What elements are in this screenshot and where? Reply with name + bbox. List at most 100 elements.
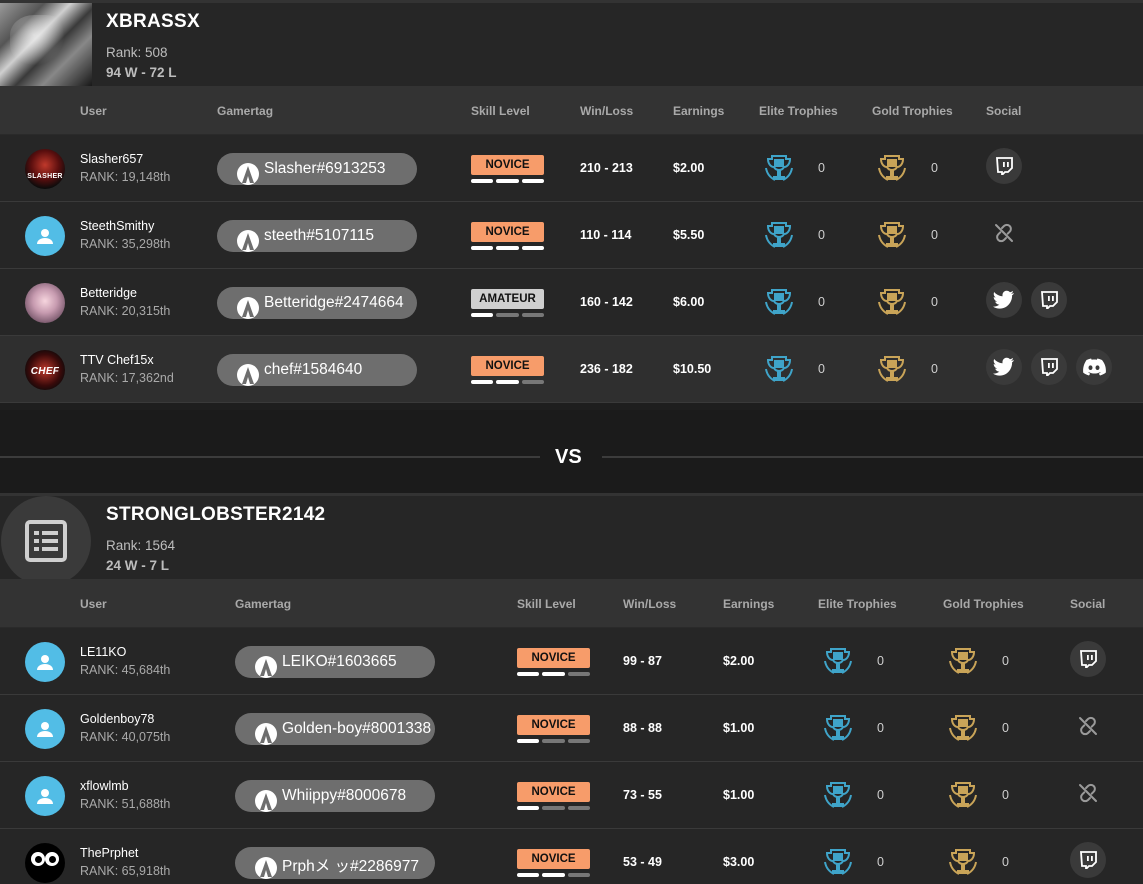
team-avatar[interactable] <box>1 496 91 586</box>
username[interactable]: TTV Chef15x <box>80 353 154 367</box>
username[interactable]: xflowlmb <box>80 779 129 793</box>
skill-level: NOVICE <box>471 222 544 250</box>
gamertag-pill[interactable]: Whiippy#8000678 <box>235 780 435 812</box>
team-avatar[interactable] <box>0 3 92 89</box>
skill-bar <box>567 672 590 676</box>
username[interactable]: Goldenboy78 <box>80 712 154 726</box>
elite-trophy-count: 0 <box>877 721 884 735</box>
table-row: Betteridge RANK: 20,315th Betteridge#24746… <box>0 269 1143 336</box>
elite-trophy-count: 0 <box>877 855 884 869</box>
skill-bar <box>521 246 544 250</box>
skill-badge: NOVICE <box>517 849 590 869</box>
gold-trophy-count: 0 <box>1002 721 1009 735</box>
gold-trophy-icon <box>946 712 980 751</box>
vs-divider: VS <box>0 410 1143 493</box>
col-gold-trophies: Gold Trophies <box>943 597 1024 611</box>
avatar[interactable]: SLASHER <box>25 149 65 189</box>
skill-badge: NOVICE <box>471 155 544 175</box>
roster-table-header: User Gamertag Skill Level Win/Loss Earni… <box>0 579 1143 628</box>
username[interactable]: Betteridge <box>80 286 137 300</box>
skill-bar <box>542 739 565 743</box>
gamertag-text: Prphメ ッ#2286977 <box>282 858 420 875</box>
earnings: $1.00 <box>723 721 755 735</box>
gamertag-pill[interactable]: steeth#5107115 <box>217 220 417 252</box>
gamertag-pill[interactable]: Prphメ ッ#2286977 <box>235 847 435 879</box>
avatar[interactable] <box>25 776 65 816</box>
avatar[interactable] <box>25 843 65 883</box>
vs-line-right <box>602 456 1143 458</box>
avatar[interactable] <box>25 283 65 323</box>
user-rank: RANK: 20,315th <box>80 304 171 318</box>
skill-progress <box>471 380 544 384</box>
avatar[interactable]: CHEF <box>25 350 65 390</box>
roster-rows: SLASHER Slasher657 RANK: 19,148th Slasher#6… <box>0 135 1143 403</box>
gold-trophy-count: 0 <box>931 161 938 175</box>
elite-trophy-count: 0 <box>818 362 825 376</box>
table-row: xflowlmb RANK: 51,688th Whiippy#8000678 NOV… <box>0 762 1143 829</box>
skill-level: NOVICE <box>471 155 544 183</box>
skill-progress <box>517 672 590 676</box>
team-rank: Rank: 508 <box>106 45 168 60</box>
win-loss: 160 - 142 <box>580 295 633 309</box>
gold-trophy-count: 0 <box>1002 788 1009 802</box>
username[interactable]: Slasher657 <box>80 152 143 166</box>
gamertag-pill[interactable]: chef#1584640 <box>217 354 417 386</box>
team-name[interactable]: STRONGLOBSTER2142 <box>106 504 325 526</box>
twitch-icon[interactable] <box>1031 282 1067 318</box>
person-icon <box>35 786 55 806</box>
skill-badge: NOVICE <box>471 222 544 242</box>
win-loss: 236 - 182 <box>580 362 633 376</box>
gamertag-pill[interactable]: Betteridge#2474664 <box>217 287 417 319</box>
eye-left <box>31 852 45 866</box>
team-name[interactable]: XBRASSX <box>106 11 200 33</box>
elite-trophy-count: 0 <box>818 161 825 175</box>
avatar[interactable] <box>25 642 65 682</box>
elite-trophy-icon <box>821 779 855 818</box>
col-earnings: Earnings <box>673 104 725 118</box>
skill-badge: AMATEUR <box>471 289 544 309</box>
earnings: $3.00 <box>723 855 755 869</box>
avatar[interactable] <box>25 709 65 749</box>
twitch-icon[interactable] <box>1070 641 1106 677</box>
user-rank: RANK: 65,918th <box>80 864 171 878</box>
skill-bar <box>542 873 565 877</box>
gold-trophy-icon <box>946 846 980 884</box>
skill-bar <box>471 313 494 317</box>
username[interactable]: SteethSmithy <box>80 219 154 233</box>
gamertag-pill[interactable]: Golden-boy#8001338 <box>235 713 435 745</box>
username[interactable]: LE11KO <box>80 645 126 659</box>
user-rank: RANK: 51,688th <box>80 797 171 811</box>
earnings: $6.00 <box>673 295 705 309</box>
col-win-loss: Win/Loss <box>623 597 677 611</box>
gamertag-pill[interactable]: Slasher#6913253 <box>217 153 417 185</box>
roster-table-header: User Gamertag Skill Level Win/Loss Earni… <box>0 86 1143 135</box>
user-rank: RANK: 40,075th <box>80 730 171 744</box>
win-loss: 88 - 88 <box>623 721 662 735</box>
earnings: $2.00 <box>723 654 755 668</box>
gamertag-text: chef#1584640 <box>264 361 363 378</box>
table-row: SLASHER Slasher657 RANK: 19,148th Slasher#6… <box>0 135 1143 202</box>
avatar[interactable] <box>25 216 65 256</box>
user-rank: RANK: 19,148th <box>80 170 171 184</box>
gamertag-text: steeth#5107115 <box>264 227 375 244</box>
twitch-icon[interactable] <box>1070 842 1106 878</box>
skill-bar <box>567 873 590 877</box>
gold-trophy-icon <box>946 645 980 684</box>
gold-trophy-icon <box>875 286 909 325</box>
gamertag-pill[interactable]: LEIKO#1603665 <box>235 646 435 678</box>
col-skill-level: Skill Level <box>517 597 576 611</box>
skill-level: NOVICE <box>517 648 590 676</box>
twitch-icon[interactable] <box>986 148 1022 184</box>
twitter-icon[interactable] <box>986 282 1022 318</box>
skill-bar <box>496 313 519 317</box>
skill-bar <box>496 380 519 384</box>
elite-trophy-icon <box>821 712 855 751</box>
discord-icon[interactable] <box>1076 349 1112 385</box>
col-social: Social <box>986 104 1022 118</box>
twitch-icon[interactable] <box>1031 349 1067 385</box>
twitter-icon[interactable] <box>986 349 1022 385</box>
username[interactable]: ThePrphet <box>80 846 138 860</box>
col-gamertag: Gamertag <box>235 597 292 611</box>
skill-bar <box>542 672 565 676</box>
table-row: SteethSmithy RANK: 35,298th steeth#5107115… <box>0 202 1143 269</box>
